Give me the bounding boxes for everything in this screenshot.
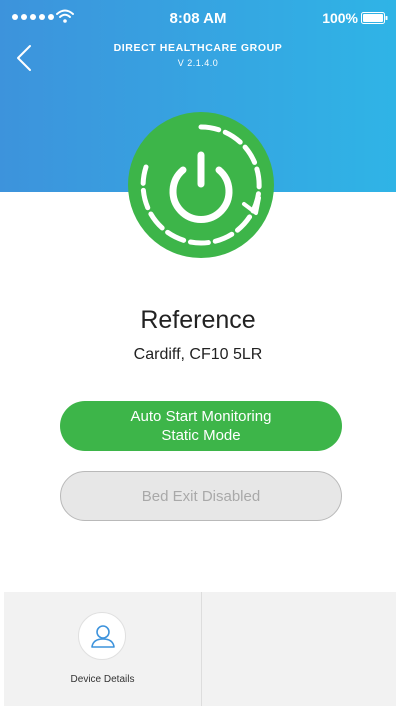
site-reference: Reference (140, 306, 256, 334)
device-details-avatar (78, 612, 126, 660)
bottom-divider (201, 592, 202, 706)
auto-start-monitoring-button[interactable]: Auto Start Monitoring Static Mode (60, 401, 342, 451)
bed-exit-button[interactable]: Bed Exit Disabled (60, 471, 342, 521)
battery-icon (361, 12, 388, 24)
site-location: Cardiff, CF10 5LR (133, 346, 263, 363)
status-bar: 8:08 AM 100% (0, 0, 396, 38)
bed-exit-label: Bed Exit Disabled (141, 487, 261, 505)
power-icon (140, 124, 262, 246)
organization-title: DIRECT HEALTHCARE GROUP (113, 42, 283, 54)
app-screen: 8:08 AM 100% DIRECT HEALTHCARE GROUP V 2… (0, 0, 396, 706)
battery-percentage: 100% (322, 10, 358, 26)
power-button[interactable] (128, 112, 274, 258)
user-icon (91, 625, 115, 648)
device-details-tile[interactable]: Device Details (4, 592, 201, 706)
device-details-label: Device Details (70, 674, 135, 685)
app-version: V 2.1.4.0 (177, 58, 219, 68)
monitor-button-line2: Static Mode (161, 427, 241, 444)
monitor-button-line1: Auto Start Monitoring (130, 408, 272, 425)
